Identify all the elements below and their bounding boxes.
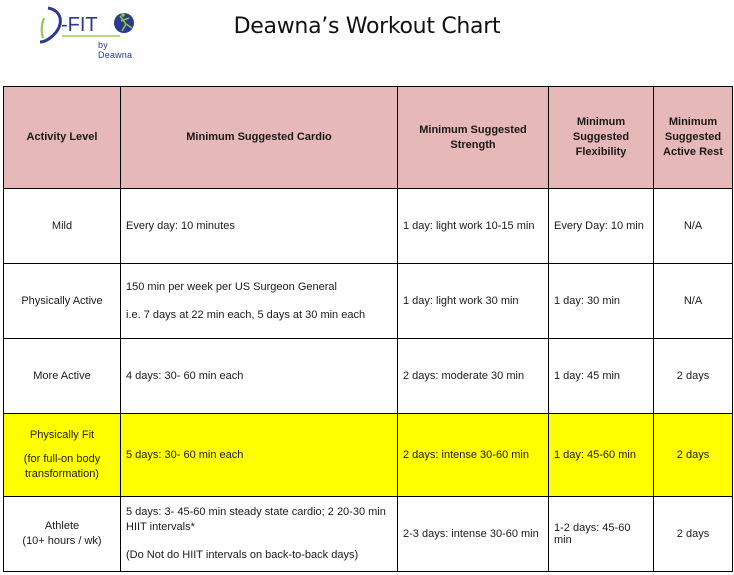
activity-level-cell: Athlete (10+ hours / wk) [3, 496, 121, 572]
table-row-mild: Mild Every day: 10 minutes 1 day: light … [3, 188, 733, 264]
column-header-cardio: Minimum Suggested Cardio [120, 86, 398, 189]
column-header-activity-level: Activity Level [3, 86, 121, 189]
column-header-strength: Minimum Suggested Strength [397, 86, 549, 189]
activity-level: More Active [33, 369, 91, 382]
activity-level-note: (for full-on body transformation) [23, 453, 101, 480]
cardio-cell: 4 days: 30- 60 min each [120, 338, 398, 414]
strength-cell: 2 days: intense 30-60 min [397, 413, 549, 497]
table-row-athlete: Athlete (10+ hours / wk) 5 days: 3- 45-6… [3, 496, 733, 572]
strength-cell: 1 day: light work 10-15 min [397, 188, 549, 264]
table-row-more-active: More Active 4 days: 30- 60 min each 2 da… [3, 338, 733, 414]
cardio-note: (Do Not do HIIT intervals on back-to-bac… [126, 549, 359, 561]
activity-level: Physically Fit [29, 429, 95, 441]
page-title: Deawna’s Workout Chart [233, 14, 501, 39]
activity-level-cell: Physically Fit (for full-on body transfo… [3, 413, 121, 497]
cardio-text: 4 days: 30- 60 min each [126, 369, 244, 382]
active-rest-cell: 2 days [653, 496, 733, 572]
cardio-text: 5 days: 3- 45-60 min steady state cardio… [126, 506, 386, 533]
column-header-active-rest: Minimum Suggested Active Rest [653, 86, 733, 189]
cardio-text: Every day: 10 minutes [126, 219, 235, 232]
cardio-note: i.e. 7 days at 22 min each, 5 days at 30… [126, 308, 366, 321]
cardio-cell: 5 days: 30- 60 min each [120, 413, 398, 497]
activity-level-note: (10+ hours / wk) [22, 535, 102, 547]
workout-table: Activity Level Minimum Suggested Cardio … [3, 86, 733, 572]
column-header-flexibility: Minimum Suggested Flexibility [548, 86, 654, 189]
activity-level-cell: More Active [3, 338, 121, 414]
table-row-physically-active: Physically Active 150 min per week per U… [3, 263, 733, 339]
activity-level-cell: Physically Active [3, 263, 121, 339]
flexibility-cell: 1 day: 30 min [548, 263, 654, 339]
table-header-row: Activity Level Minimum Suggested Cardio … [3, 86, 733, 189]
strength-cell: 2-3 days: intense 30-60 min [397, 496, 549, 572]
cardio-cell: Every day: 10 minutes [120, 188, 398, 264]
cardio-text: 5 days: 30- 60 min each [126, 448, 244, 461]
cardio-cell: 150 min per week per US Surgeon General … [120, 263, 398, 339]
cardio-cell: 5 days: 3- 45-60 min steady state cardio… [120, 496, 398, 572]
cardio-text: 150 min per week per US Surgeon General [126, 280, 337, 293]
strength-cell: 1 day: light work 30 min [397, 263, 549, 339]
active-rest-cell: N/A [653, 188, 733, 264]
flexibility-cell: 1-2 days: 45-60 min [548, 496, 654, 572]
flexibility-cell: 1 day: 45-60 min [548, 413, 654, 497]
flexibility-cell: Every Day: 10 min [548, 188, 654, 264]
flexibility-cell: 1 day: 45 min [548, 338, 654, 414]
activity-level: Physically Active [21, 294, 103, 307]
activity-level: Mild [51, 219, 73, 232]
active-rest-cell: N/A [653, 263, 733, 339]
table-row-physically-fit: Physically Fit (for full-on body transfo… [3, 413, 733, 497]
active-rest-cell: 2 days [653, 338, 733, 414]
active-rest-cell: 2 days [653, 413, 733, 497]
strength-cell: 2 days: moderate 30 min [397, 338, 549, 414]
logo-byline: by Deawna [98, 40, 133, 60]
activity-level: Athlete [44, 520, 80, 532]
activity-level-cell: Mild [3, 188, 121, 264]
